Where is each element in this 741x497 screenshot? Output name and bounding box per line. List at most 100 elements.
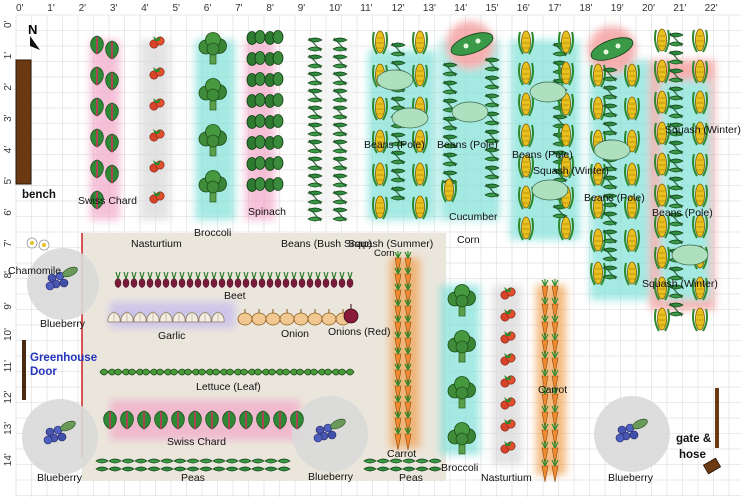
spinach-plant (246, 72, 266, 87)
spinach-plant (246, 156, 266, 171)
label-blueberry-3: Blueberry (308, 471, 354, 483)
ruler-x-tick: 16' (517, 3, 530, 14)
label-lettuce: Lettuce (Leaf) (196, 381, 261, 393)
label-beans-pole-1: Beans (Pole) (364, 139, 425, 151)
label-gate-1: gate & (676, 433, 711, 445)
ruler-left: 0'1'2'3'4'5'6'7'8'9'10'11'12'13'14' (3, 20, 14, 466)
gate-marker (715, 388, 719, 448)
label-spinach: Spinach (248, 206, 286, 218)
label-beans-pole-5: Beans (Pole) (652, 207, 713, 219)
ruler-x-tick: 7' (235, 3, 243, 14)
ruler-y-tick: 13' (3, 422, 14, 435)
ruler-x-tick: 3' (110, 3, 118, 14)
label-squash-winter-3: Squash (Winter) (642, 278, 718, 290)
label-peas-2: Peas (399, 472, 423, 484)
ruler-x-tick: 22' (705, 3, 718, 14)
spinach-plant (246, 114, 266, 129)
label-greenhouse-door-1: Greenhouse (30, 352, 97, 364)
ruler-y-tick: 6' (3, 208, 14, 216)
label-onion: Onion (281, 328, 309, 340)
ruler-x-tick: 11' (360, 3, 372, 14)
label-peas-1: Peas (181, 472, 205, 484)
spinach-plant (246, 93, 266, 108)
spinach-plant (264, 51, 284, 66)
bench (15, 59, 32, 185)
greenhouse-door-marker (22, 340, 26, 400)
ruler-y-tick: 9' (3, 302, 14, 310)
label-blueberry-4: Blueberry (608, 472, 654, 484)
ruler-x-tick: 6' (204, 3, 212, 14)
compass-label: N (28, 22, 37, 37)
label-carrot-2: Carrot (538, 384, 567, 396)
ruler-x-tick: 13' (423, 3, 436, 14)
ruler-x-tick: 0' (16, 3, 24, 14)
label-nasturtium-top: Nasturtium (131, 238, 182, 250)
ruler-x-tick: 18' (579, 3, 592, 14)
label-corn-small: Corn (374, 248, 395, 259)
blueberry-bush-3 (292, 396, 368, 472)
spinach-plant (264, 156, 284, 171)
ruler-y-tick: 2' (3, 83, 14, 91)
ruler-x-tick: 2' (79, 3, 87, 14)
ruler-x-tick: 21' (673, 3, 686, 14)
label-chamomile: Chamomile (8, 265, 61, 277)
spinach-plant (264, 177, 284, 192)
blueberry-bush-2 (22, 399, 98, 475)
ruler-x-tick: 5' (173, 3, 181, 14)
label-corn-mid: Corn (457, 234, 480, 246)
ruler-y-tick: 5' (3, 177, 14, 185)
ruler-x-tick: 12' (392, 3, 405, 14)
spinach-plant (246, 51, 266, 66)
label-garlic: Garlic (158, 330, 185, 342)
spinach-plant (264, 30, 284, 45)
label-squash-winter-2: Squash (Winter) (665, 124, 741, 136)
spinach-plant (264, 72, 284, 87)
ruler-y-tick: 1' (3, 52, 14, 60)
label-broccoli-bottom: Broccoli (441, 462, 478, 474)
ruler-x-tick: 15' (486, 3, 499, 14)
ruler-y-tick: 11' (3, 360, 14, 372)
ruler-y-tick: 7' (3, 240, 14, 248)
ruler-x-tick: 10' (329, 3, 342, 14)
ruler-y-tick: 14' (3, 453, 14, 466)
label-swiss-chard-top: Swiss Chard (78, 195, 137, 207)
label-bench: bench (22, 189, 56, 201)
label-onion-red: Onions (Red) (328, 326, 390, 338)
label-beans-pole-3: Beans (Pole) (512, 149, 573, 161)
ruler-x-tick: 8' (266, 3, 274, 14)
label-greenhouse-door-2: Door (30, 366, 57, 378)
label-blueberry-1: Blueberry (40, 318, 86, 330)
ruler-y-tick: 4' (3, 146, 14, 154)
label-beans-pole-2: Beans (Pole) (437, 139, 498, 151)
ruler-x-tick: 4' (141, 3, 149, 14)
ruler-x-tick: 20' (642, 3, 655, 14)
ruler-y-tick: 10' (3, 328, 14, 341)
label-broccoli-top: Broccoli (194, 227, 231, 239)
ruler-y-tick: 0' (3, 20, 14, 28)
ruler-y-tick: 12' (3, 390, 14, 403)
label-squash-winter-1: Squash (Winter) (533, 165, 609, 177)
ruler-x-tick: 19' (611, 3, 624, 14)
label-swiss-chard-bottom: Swiss Chard (167, 436, 226, 448)
label-blueberry-2: Blueberry (37, 472, 83, 484)
label-beans-pole-4: Beans (Pole) (584, 192, 645, 204)
label-nasturtium-bottom: Nasturtium (481, 472, 532, 484)
spinach-plant (246, 30, 266, 45)
spinach-plant (264, 135, 284, 150)
ruler-y-tick: 3' (3, 114, 14, 122)
spinach-plant (246, 135, 266, 150)
blueberry-bush-1 (27, 248, 99, 320)
spinach-plant (246, 177, 266, 192)
blueberry-bush-4 (594, 396, 670, 472)
ruler-x-tick: 14' (454, 3, 467, 14)
ruler-x-tick: 9' (298, 3, 306, 14)
label-gate-2: hose (679, 449, 706, 461)
ruler-x-tick: 17' (548, 3, 561, 14)
ruler-x-tick: 1' (47, 3, 55, 14)
spinach-plant (264, 93, 284, 108)
label-carrot-1: Carrot (387, 448, 416, 460)
garden-plan: N 0' 1' 2' 3' 4' 5' 6' 7' 8' 9' 10' 11' 12' 13' 14' 15'… (0, 0, 741, 497)
label-cucumber: Cucumber (449, 211, 498, 223)
spinach-plant (264, 114, 284, 129)
label-beet: Beet (224, 290, 246, 302)
